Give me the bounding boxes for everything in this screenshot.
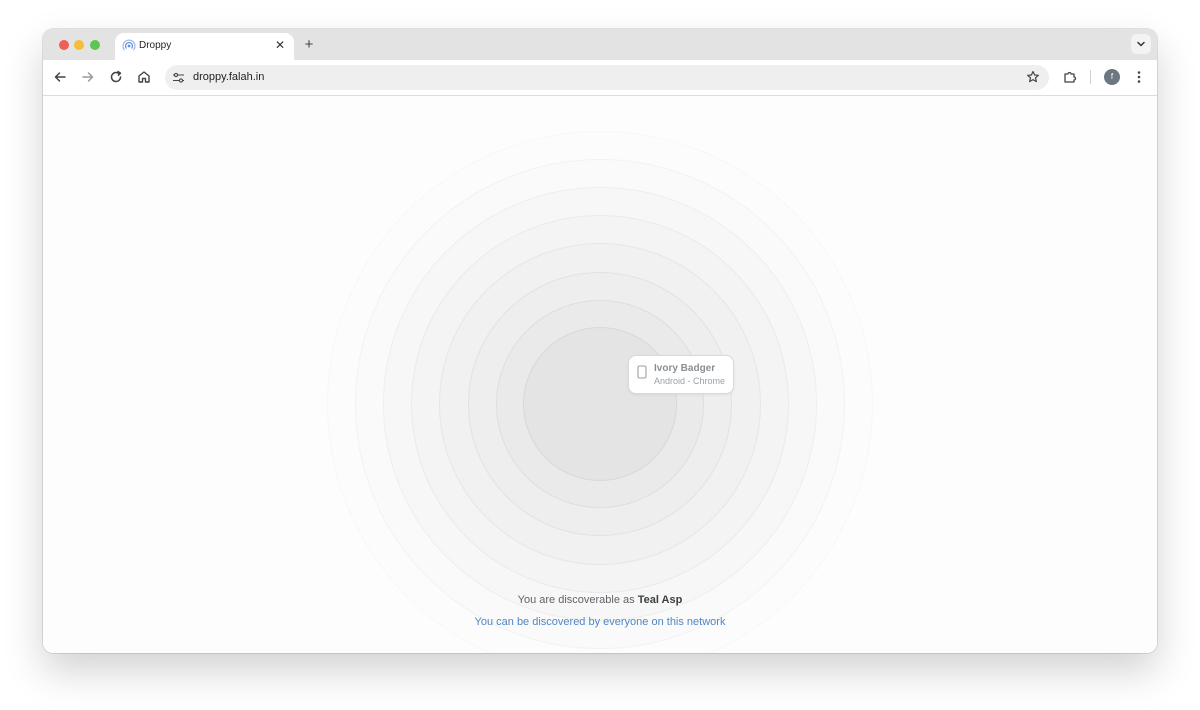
own-device-name: Teal Asp [637, 594, 683, 606]
browser-toolbar: droppy.falah.in f [43, 60, 1157, 96]
url-text[interactable]: droppy.falah.in [193, 71, 264, 83]
site-settings-icon[interactable] [172, 71, 185, 84]
page-content: Ivory Badger Android - Chrome You are di… [43, 96, 1157, 653]
peer-device-name: Ivory Badger [654, 363, 716, 374]
close-window-button[interactable] [59, 40, 69, 50]
reload-icon[interactable] [108, 69, 124, 85]
toolbar-divider [1090, 70, 1091, 84]
tab-close-icon[interactable]: ✕ [273, 38, 287, 52]
more-menu-icon[interactable] [1131, 69, 1147, 85]
tab-strip: Droppy ✕ + [43, 29, 1157, 60]
discoverable-prefix: You are discoverable as [517, 594, 635, 606]
profile-avatar[interactable]: f [1104, 69, 1120, 85]
home-icon[interactable] [136, 69, 152, 85]
bookmark-star-icon[interactable] [1026, 70, 1040, 84]
forward-arrow-icon[interactable] [80, 69, 96, 85]
back-arrow-icon[interactable] [52, 69, 68, 85]
browser-window: Droppy ✕ + droppy.falah.in f Ivory Badge… [43, 29, 1157, 653]
peer-device-card[interactable]: Ivory Badger Android - Chrome [628, 355, 734, 394]
tab-droppy[interactable]: Droppy ✕ [115, 33, 294, 60]
broadcast-icon [122, 39, 136, 51]
radar-ring [523, 327, 677, 481]
phone-icon [637, 365, 647, 379]
address-bar[interactable]: droppy.falah.in [165, 65, 1049, 90]
extensions-puzzle-icon[interactable] [1062, 69, 1078, 85]
tab-title: Droppy [139, 40, 172, 51]
peer-device-platform: Android - Chrome [654, 376, 726, 386]
visibility-link[interactable]: You can be discovered by everyone on thi… [43, 616, 1157, 628]
new-tab-button[interactable]: + [301, 37, 317, 53]
discoverable-text: You are discoverable as Teal Asp [43, 594, 1157, 606]
chevron-down-icon [1137, 41, 1145, 47]
minimize-window-button[interactable] [74, 40, 84, 50]
tab-search-button[interactable] [1131, 34, 1151, 54]
maximize-window-button[interactable] [90, 40, 100, 50]
